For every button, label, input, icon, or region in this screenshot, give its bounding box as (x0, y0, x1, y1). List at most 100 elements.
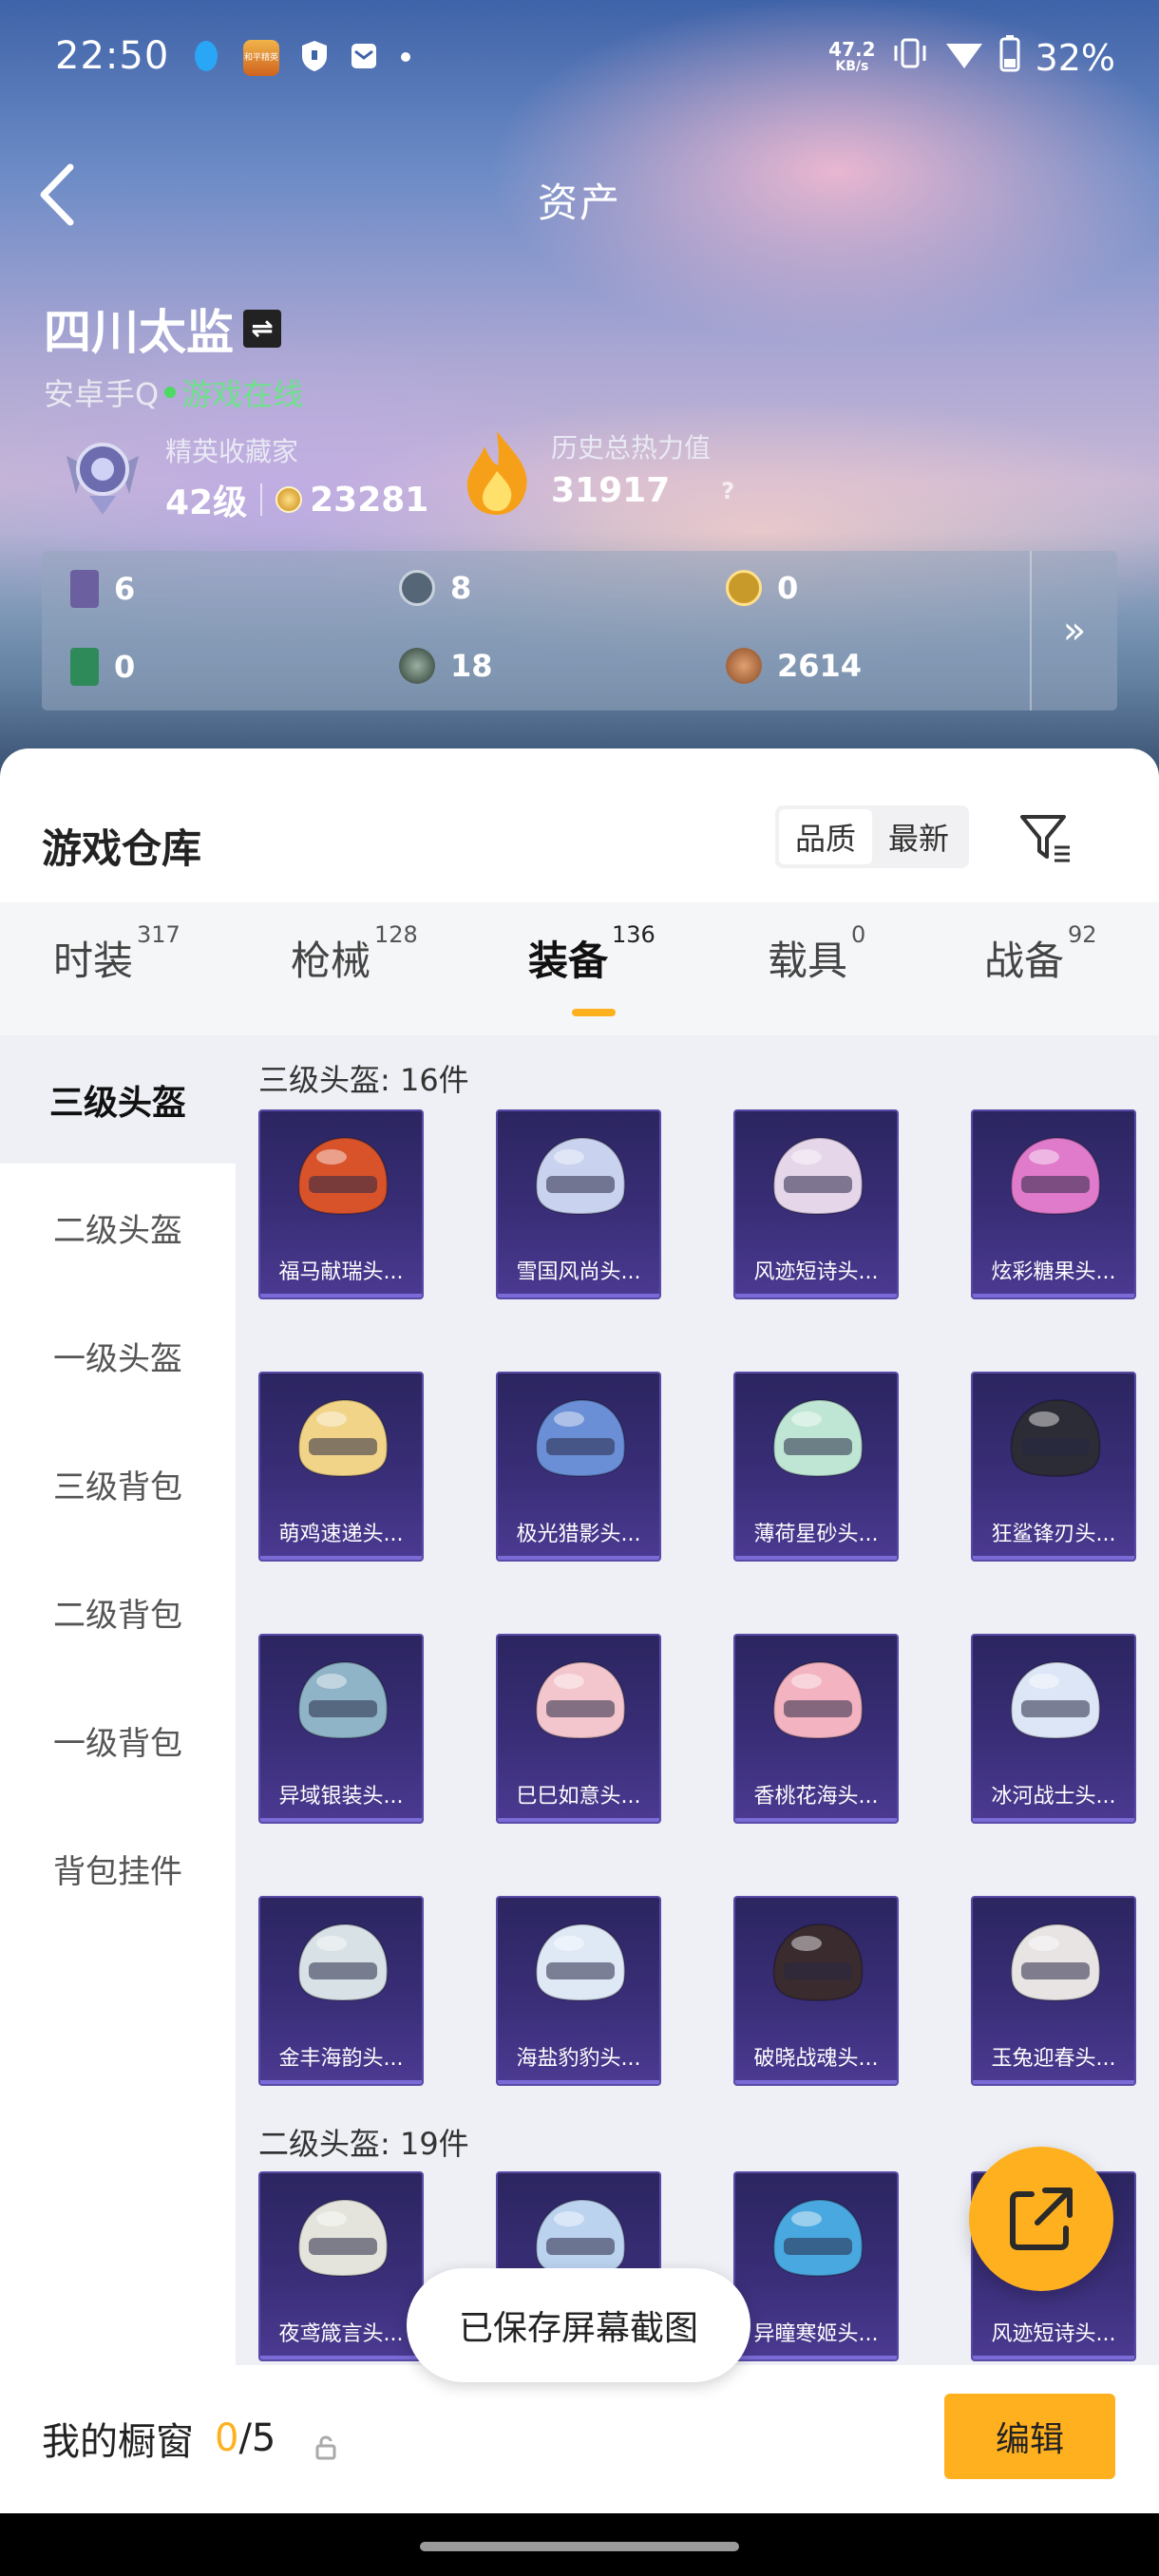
edit-button[interactable]: 编辑 (944, 2394, 1115, 2479)
helmet-icon (297, 1136, 389, 1216)
rarity-bar (260, 1294, 422, 1297)
screenshot-toast: 已保存屏幕截图 (407, 2268, 750, 2382)
game-app-icon: 和平精英 (243, 40, 279, 76)
helmet-icon (1010, 1398, 1101, 1478)
tab-vehicles[interactable]: 载具0 (768, 921, 865, 987)
rarity-bar (735, 2080, 897, 2084)
filter-icon[interactable] (1016, 809, 1074, 866)
rarity-bar (260, 1818, 422, 1822)
vibrate-icon (891, 36, 929, 79)
helmet-card[interactable]: 炫彩糖果头... (971, 1109, 1136, 1299)
helmet-name: 玉兔迎春头... (991, 2047, 1116, 2071)
helmet-card[interactable]: 异域银装头... (258, 1634, 424, 1824)
switch-account-icon[interactable]: ⇌ (243, 310, 281, 348)
helmet-card[interactable]: 极光猎影头... (496, 1372, 661, 1562)
helmet-card[interactable]: 萌鸡速递头... (258, 1372, 424, 1562)
collector-level: 42级 (165, 483, 248, 522)
tab-supplies[interactable]: 战备92 (984, 921, 1097, 987)
share-button[interactable] (969, 2147, 1113, 2291)
user-info: 四川太监 ⇌ 安卓手Q 游戏在线 (44, 294, 303, 414)
helmet-name: 海盐豹豹头... (516, 2047, 641, 2071)
helmet-name: 极光猎影头... (516, 1523, 641, 1546)
helmet-name: 香桃花海头... (753, 1785, 879, 1809)
helmet-name: 夜鸢箴言头... (278, 2322, 404, 2346)
net-speed: 47.2 KB/s (828, 37, 876, 74)
helmet-icon (535, 1398, 626, 1478)
rarity-bar (973, 1294, 1134, 1297)
online-status: 游戏在线 (181, 376, 304, 412)
sidebar-item-level2-backpack[interactable]: 二级背包 (0, 1548, 236, 1676)
helmet-card[interactable]: 破晓战魂头... (733, 1896, 899, 2086)
divider (260, 483, 263, 516)
sidebar-item-backpack-charm[interactable]: 背包挂件 (0, 1805, 236, 1933)
showcase-bar: 我的橱窗 0 /5 编辑 (0, 2365, 1159, 2513)
sidebar-item-level1-helmet[interactable]: 一级头盔 (0, 1292, 236, 1420)
shield-icon (300, 39, 329, 77)
helmet-name: 萌鸡速递头... (278, 1523, 404, 1546)
active-tab-indicator (572, 1009, 616, 1016)
resource-panel: 6 8 0 0 18 2614 » (42, 551, 1117, 710)
points-coin-icon (276, 486, 303, 513)
helmet-name: 金丰海韵头... (278, 2047, 404, 2071)
helmet-card[interactable]: 福马献瑞头... (258, 1109, 424, 1299)
helmet-card[interactable]: 雪国风尚头... (496, 1109, 661, 1299)
section-title: 三级头盔: 16件 (258, 1062, 469, 1098)
rarity-bar (498, 1294, 659, 1297)
user-name-row: 四川太监 ⇌ (44, 294, 303, 363)
resource-item: 8 (399, 570, 471, 606)
collector-stat[interactable]: 精英收藏家 42级 23281 (165, 431, 428, 524)
resource-item: 0 (70, 648, 135, 686)
user-sub: 安卓手Q 游戏在线 (44, 370, 303, 414)
heat-stat[interactable]: 历史总热力值 31917 ? (551, 427, 734, 510)
tab-fashion[interactable]: 时装317 (53, 921, 180, 987)
bronze-coin-icon (726, 648, 762, 684)
showcase-current: 0 (215, 2416, 239, 2460)
showcase-info: 我的橱窗 0 /5 (42, 2411, 338, 2466)
helmet-card[interactable]: 冰河战士头... (971, 1634, 1136, 1824)
rarity-bar (498, 1818, 659, 1822)
share-icon (1010, 2188, 1073, 2250)
helmet-name: 福马献瑞头... (278, 1260, 404, 1284)
helmet-card[interactable]: 香桃花海头... (733, 1634, 899, 1824)
tab-guns[interactable]: 枪械128 (291, 921, 418, 987)
helmet-card[interactable]: 夜鸢箴言头... (258, 2171, 424, 2361)
helmet-icon (297, 2198, 389, 2278)
helmet-card[interactable]: 海盐豹豹头... (496, 1896, 661, 2086)
helmet-icon (772, 1660, 864, 1740)
sidebar-item-level3-backpack[interactable]: 三级背包 (0, 1420, 236, 1548)
helmet-icon (772, 1923, 864, 2002)
sidebar-item-level3-helmet[interactable]: 三级头盔 (0, 1035, 236, 1164)
helmet-card[interactable]: 薄荷星砂头... (733, 1372, 899, 1562)
sort-quality-button[interactable]: 品质 (779, 809, 872, 864)
heat-label: 历史总热力值 (551, 432, 712, 464)
category-tabs: 时装317 枪械128 装备136 载具0 战备92 (0, 902, 1159, 1035)
helmet-card[interactable]: 狂鲨锋刃头... (971, 1372, 1136, 1562)
online-dot-icon (164, 387, 177, 398)
platform-label: 安卓手Q (44, 376, 160, 412)
home-indicator[interactable] (420, 2542, 739, 2551)
helmet-name: 冰河战士头... (991, 1785, 1116, 1809)
system-nav-bar (0, 2513, 1159, 2576)
helmet-card[interactable]: 风迹短诗头... (733, 1109, 899, 1299)
sidebar-item-level2-helmet[interactable]: 二级头盔 (0, 1164, 236, 1292)
helmet-icon (772, 1136, 864, 1216)
helmet-icon (535, 1660, 626, 1740)
warehouse-title: 游戏仓库 (42, 825, 202, 872)
battery-percent: 32% (1035, 36, 1115, 79)
expand-resources-button[interactable]: » (1030, 551, 1117, 710)
helmet-icon (1010, 1136, 1101, 1216)
helmet-card[interactable]: 玉兔迎春头... (971, 1896, 1136, 2086)
help-icon[interactable]: ? (721, 478, 734, 504)
helmet-card[interactable]: 巳巳如意头... (496, 1634, 661, 1824)
rarity-bar (260, 2356, 422, 2359)
card-icon (70, 570, 99, 608)
tab-equipment[interactable]: 装备136 (528, 921, 656, 987)
sidebar-item-level1-backpack[interactable]: 一级背包 (0, 1676, 236, 1805)
lock-icon (314, 2426, 338, 2460)
helmet-card[interactable]: 金丰海韵头... (258, 1896, 424, 2086)
helmet-name: 巳巳如意头... (516, 1785, 641, 1809)
sort-newest-button[interactable]: 最新 (872, 809, 965, 864)
helmet-card[interactable]: 异瞳寒姬头... (733, 2171, 899, 2361)
top-nav: 资产 (0, 152, 1159, 237)
stats-row: 精英收藏家 42级 23281 历史总热力值 31917 ? (57, 427, 1102, 522)
